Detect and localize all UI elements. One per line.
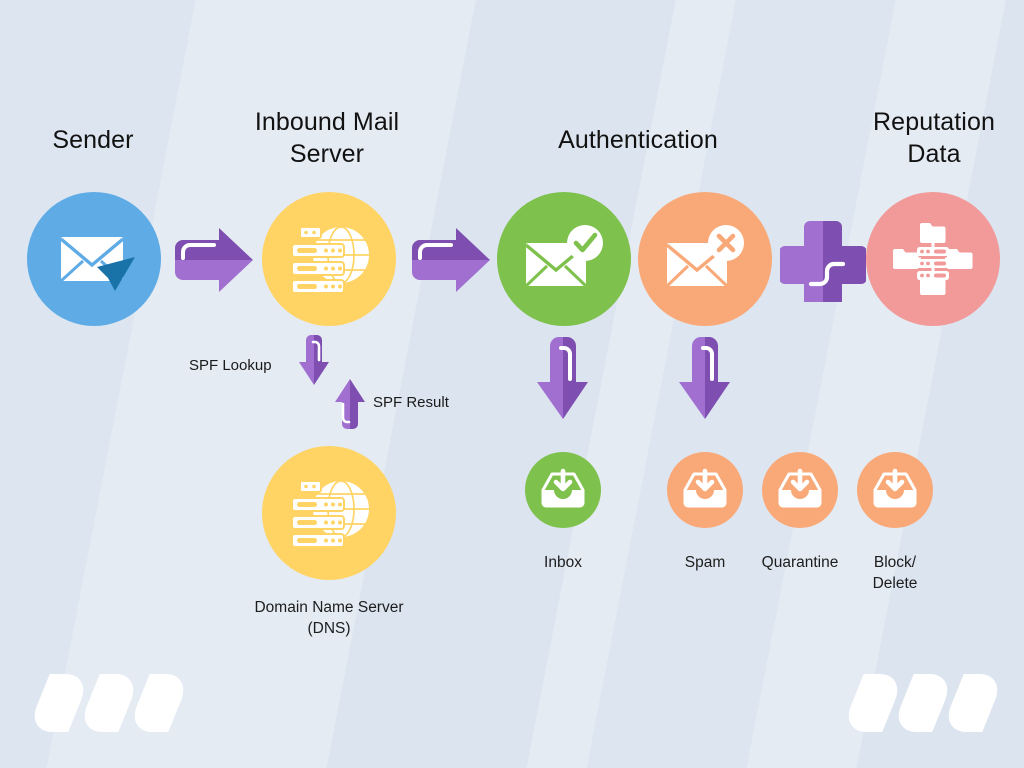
arrow-up-icon: [330, 378, 370, 430]
decor-stroke: [126, 674, 192, 732]
reputation-data-circle: [866, 192, 1000, 326]
decoration-bottom-right: [840, 674, 1006, 732]
outcome-inbox-label: Inbox: [544, 554, 582, 571]
authentication-failed-circle: [638, 192, 772, 326]
decoration-bottom-left: [26, 674, 192, 732]
inbox-tray-icon: [778, 468, 822, 511]
decor-stroke: [890, 674, 956, 732]
connector-arrow-right-2: [408, 226, 492, 294]
authentication-circle: [497, 192, 631, 326]
dns-caption: Domain Name Server (DNS): [254, 599, 404, 637]
spf-lookup-label: SPF Lookup: [189, 357, 272, 374]
inbound-mail-server-circle: [262, 192, 396, 326]
arrow-right-icon: [408, 226, 492, 294]
node-authentication-failed[interactable]: [638, 192, 772, 326]
decor-stroke: [840, 674, 906, 732]
arrow-down-icon: [532, 336, 594, 420]
stage-title-reputation-data: Reputation Data: [873, 108, 995, 168]
connector-arrow-up-result: [330, 378, 370, 430]
inbox-tray-icon: [541, 468, 585, 511]
stage-title-sender: Sender: [52, 126, 134, 154]
node-outcome-quarantine[interactable]: [762, 452, 838, 528]
envelope-send-icon: [53, 223, 135, 295]
node-sender[interactable]: [27, 192, 161, 326]
arrow-right-icon: [171, 226, 255, 294]
outcome-spam-circle: [667, 452, 743, 528]
connector-arrow-down-lookup: [294, 334, 334, 386]
spf-result-label: SPF Result: [373, 394, 449, 411]
envelope-cross-icon: [662, 223, 748, 295]
outcome-inbox-circle: [525, 452, 601, 528]
plus-icon: [780, 216, 866, 302]
node-inbound-mail-server[interactable]: [262, 192, 396, 326]
arrow-down-icon: [674, 336, 736, 420]
connector-arrow-down-spam: [674, 336, 736, 420]
server-globe-icon: [286, 473, 372, 553]
envelope-check-icon: [521, 223, 607, 295]
stage-title-authentication: Authentication: [558, 126, 718, 154]
arrow-down-icon: [294, 334, 334, 386]
outcome-quarantine-circle: [762, 452, 838, 528]
node-outcome-block[interactable]: [857, 452, 933, 528]
decor-stroke: [26, 674, 92, 732]
sender-circle: [27, 192, 161, 326]
node-reputation-data[interactable]: [866, 192, 1000, 326]
inbox-tray-icon: [683, 468, 727, 511]
outcome-block-label: Block/ Delete: [872, 554, 918, 592]
connector-plus: [780, 216, 866, 302]
diagram-canvas: Sender Inbound Mail Server Authenticatio…: [0, 0, 1024, 768]
node-outcome-inbox[interactable]: [525, 452, 601, 528]
outcome-block-circle: [857, 452, 933, 528]
connector-arrow-down-inbox: [532, 336, 594, 420]
server-globe-icon: [286, 219, 372, 299]
decor-stroke: [940, 674, 1006, 732]
node-authentication[interactable]: [497, 192, 631, 326]
connector-arrow-right-1: [171, 226, 255, 294]
node-dns[interactable]: [262, 446, 396, 580]
background-band: [0, 0, 212, 768]
inbox-tray-icon: [873, 468, 917, 511]
server-network-icon: [889, 215, 977, 303]
stage-title-inbound-mail-server: Inbound Mail Server: [254, 108, 400, 168]
node-outcome-spam[interactable]: [667, 452, 743, 528]
decor-stroke: [76, 674, 142, 732]
dns-circle: [262, 446, 396, 580]
